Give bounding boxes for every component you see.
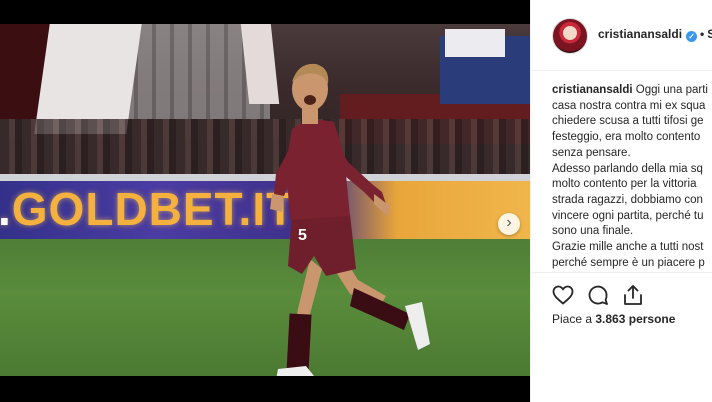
- caption-line: strada ragazzi, dobbiamo con: [552, 193, 703, 206]
- post-info-panel: cristianansaldi ✓•Se cristianansaldi Oggi…: [530, 0, 712, 402]
- post-caption: cristianansaldi Oggi una parti casa nost…: [552, 83, 712, 271]
- stadium-stands: [0, 24, 530, 182]
- player-sock: [286, 313, 312, 373]
- player-mouth: [304, 95, 316, 105]
- caption-line: casa nostra contra mi ex squa: [552, 99, 706, 112]
- likes-count[interactable]: Piace a 3.863 persone: [552, 312, 675, 326]
- board-brand: GOLDBET.IT: [11, 183, 296, 235]
- follow-button[interactable]: Se: [707, 27, 712, 41]
- player-shorts: [288, 214, 356, 276]
- comment-icon[interactable]: [586, 283, 610, 307]
- caption-line: sono una finale.: [552, 225, 634, 238]
- player-boot: [405, 302, 430, 350]
- username-link[interactable]: cristianansaldi: [598, 27, 682, 41]
- crowd: [0, 119, 530, 179]
- separator-dot: •: [700, 27, 705, 41]
- heart-icon[interactable]: [551, 283, 575, 307]
- flag: [445, 29, 505, 57]
- pitch: [0, 239, 530, 376]
- caption-line: chiedere scusa a tutti tifosi ge: [552, 115, 704, 128]
- share-icon[interactable]: [621, 283, 645, 307]
- post-media: .GOLDBET.IT 5: [0, 0, 530, 402]
- caption-line: Adesso parlando della mia sq: [552, 162, 703, 175]
- caption-line: perché sempre è un piacere p: [552, 256, 705, 269]
- caption-line: senza pensare.: [552, 146, 631, 159]
- caption-line: Grazie mille anche a tutti nost: [552, 241, 704, 254]
- avatar[interactable]: [552, 18, 588, 54]
- verified-badge-icon: ✓: [686, 31, 698, 42]
- player-hand: [270, 194, 284, 212]
- caption-line: molto contento per la vittoria: [552, 178, 697, 191]
- caption-line: cristianansaldi Oggi una parti: [552, 84, 708, 96]
- post-author: cristianansaldi ✓•Se: [598, 27, 712, 42]
- post-photo[interactable]: .GOLDBET.IT 5: [0, 24, 530, 376]
- post-actions: Piace a 3.863 persone: [531, 272, 712, 343]
- board-prefix: .: [0, 183, 12, 235]
- player-figure: 5: [270, 63, 430, 376]
- caption-line: festeggio, era molto contento: [552, 131, 701, 144]
- caption-line: vincere ogni partita, perché tu: [552, 209, 704, 222]
- flag: [34, 24, 142, 134]
- caption-username[interactable]: cristianansaldi: [552, 84, 633, 96]
- advertising-board-text: .GOLDBET.IT: [0, 182, 295, 236]
- post-header: cristianansaldi ✓•Se: [531, 0, 712, 71]
- chevron-right-icon: ›: [506, 214, 512, 231]
- player-number: 5: [298, 227, 307, 244]
- carousel-next-button[interactable]: ›: [498, 213, 520, 235]
